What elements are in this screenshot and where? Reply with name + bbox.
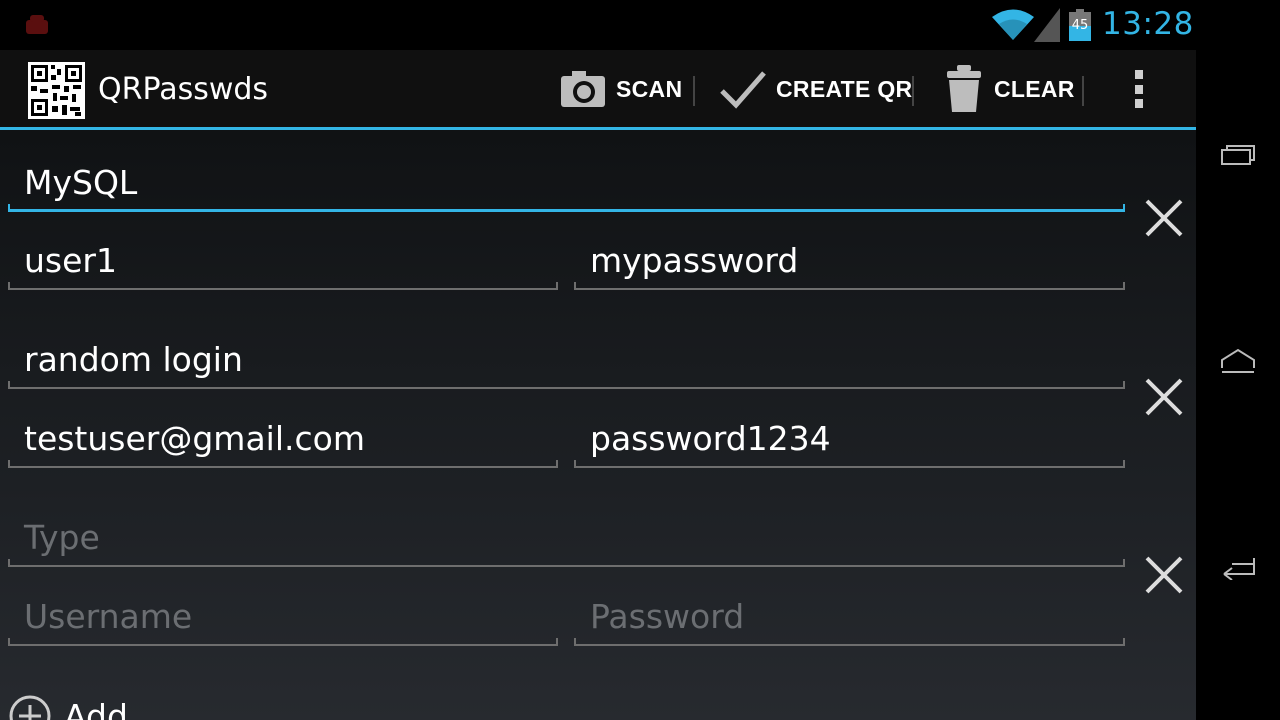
create-qr-label: CREATE QR xyxy=(776,75,913,102)
camera-icon xyxy=(561,71,605,107)
remove-entry-button[interactable] xyxy=(1140,194,1188,242)
scan-button[interactable]: SCAN xyxy=(560,50,682,128)
action-bar: QRPasswds SCAN CREATE QR CLEAR xyxy=(0,50,1196,128)
password-placeholder: Password xyxy=(590,597,745,636)
password-value: password1234 xyxy=(590,419,831,458)
password-field[interactable]: Password xyxy=(574,586,1125,646)
username-field[interactable]: Username xyxy=(8,586,558,646)
add-entry-button[interactable]: Add xyxy=(8,695,128,720)
home-icon[interactable] xyxy=(1218,346,1258,376)
action-divider xyxy=(693,76,695,106)
close-icon xyxy=(1145,378,1183,416)
add-circle-icon xyxy=(9,695,51,720)
add-label: Add xyxy=(64,696,128,720)
close-icon xyxy=(1145,556,1183,594)
remove-entry-button[interactable] xyxy=(1140,373,1188,421)
password-value: mypassword xyxy=(590,241,799,280)
clear-label: CLEAR xyxy=(994,75,1075,102)
type-field[interactable]: random login xyxy=(8,329,1125,389)
username-placeholder: Username xyxy=(24,597,193,636)
trash-icon xyxy=(947,65,981,112)
recent-apps-icon[interactable] xyxy=(1218,140,1258,170)
scan-label: SCAN xyxy=(616,75,683,102)
clear-button[interactable]: CLEAR xyxy=(944,50,1075,128)
username-value: user1 xyxy=(24,241,117,280)
remove-entry-button[interactable] xyxy=(1140,551,1188,599)
status-bar: 45 13:28 xyxy=(0,0,1196,50)
type-field[interactable]: MySQL xyxy=(8,152,1125,212)
back-icon[interactable] xyxy=(1218,550,1258,580)
password-field[interactable]: password1234 xyxy=(574,408,1125,468)
username-field[interactable]: testuser@gmail.com xyxy=(8,408,558,468)
action-divider xyxy=(912,76,914,106)
app-title: QRPasswds xyxy=(98,72,269,107)
checkmark-icon xyxy=(720,71,766,109)
navigation-bar xyxy=(1196,0,1280,720)
overflow-menu-icon[interactable] xyxy=(1124,68,1154,110)
type-placeholder: Type xyxy=(24,518,100,557)
create-qr-button[interactable]: CREATE QR xyxy=(720,50,912,128)
signal-icon xyxy=(1034,8,1060,42)
wifi-icon xyxy=(992,9,1034,40)
android-notification-icon xyxy=(26,15,48,34)
type-value: MySQL xyxy=(24,163,138,202)
entries-list: MySQL user1 mypassword random login test… xyxy=(0,130,1196,720)
type-field[interactable]: Type xyxy=(8,507,1125,567)
battery-level: 45 xyxy=(1071,18,1089,33)
qr-code-app-icon[interactable] xyxy=(28,62,85,119)
type-value: random login xyxy=(24,340,243,379)
action-divider xyxy=(1082,76,1084,106)
close-icon xyxy=(1145,199,1183,237)
username-value: testuser@gmail.com xyxy=(24,419,365,458)
status-clock: 13:28 xyxy=(1102,6,1194,42)
password-field[interactable]: mypassword xyxy=(574,230,1125,290)
username-field[interactable]: user1 xyxy=(8,230,558,290)
